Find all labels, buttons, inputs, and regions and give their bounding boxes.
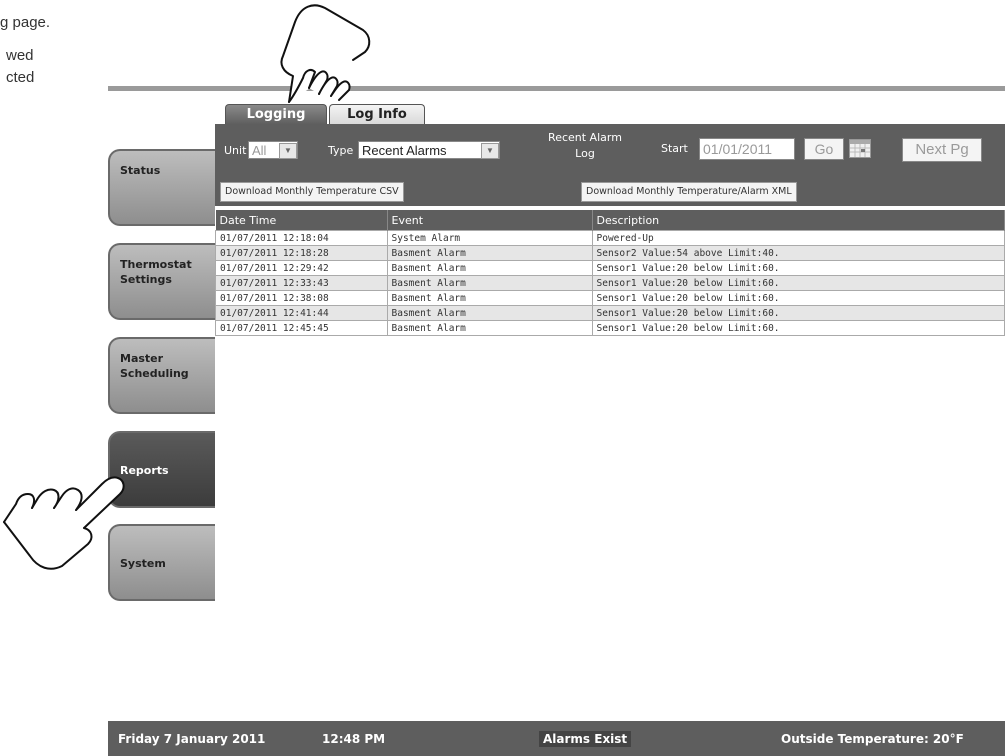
unit-label: Unit: [224, 144, 247, 157]
log-title: Recent Alarm Log: [548, 131, 622, 160]
download-xml-button[interactable]: Download Monthly Temperature/Alarm XML: [581, 182, 797, 202]
cell-event: Basment Alarm: [386, 260, 593, 276]
cell-date-time: 01/07/2011 12:38:08: [215, 290, 388, 306]
cell-event: System Alarm: [386, 230, 593, 246]
column-header-date-time: Date Time: [215, 210, 388, 231]
cell-description: Sensor1 Value:20 below Limit:60.: [591, 290, 1005, 306]
table-header-row: Date Time Event Description: [215, 210, 1005, 231]
chevron-down-icon: ▼: [481, 143, 499, 159]
cell-description: Sensor1 Value:20 below Limit:60.: [591, 320, 1005, 336]
status-bar: Friday 7 January 2011 12:48 PM Alarms Ex…: [108, 721, 1005, 756]
status-date: Friday 7 January 2011: [118, 732, 266, 746]
outside-temperature: Outside Temperature: 20°F: [781, 732, 964, 746]
calendar-icon[interactable]: [849, 139, 871, 158]
download-csv-button[interactable]: Download Monthly Temperature CSV: [220, 182, 404, 202]
doc-text-line-2: wed: [6, 47, 34, 64]
column-header-event: Event: [387, 210, 593, 231]
pointing-hand-icon: [0, 458, 135, 582]
cell-description: Sensor1 Value:20 below Limit:60.: [591, 260, 1005, 276]
alarm-log-table: Date Time Event Description 01/07/2011 1…: [215, 210, 1005, 336]
cell-date-time: 01/07/2011 12:33:43: [215, 275, 388, 291]
cell-date-time: 01/07/2011 12:41:44: [215, 305, 388, 321]
cell-description: Sensor1 Value:20 below Limit:60.: [591, 275, 1005, 291]
doc-text-line-1: g page.: [0, 14, 51, 31]
unit-select[interactable]: All ▼: [248, 141, 298, 159]
cell-event: Basment Alarm: [386, 290, 593, 306]
filter-bar: Unit All ▼ Type Recent Alarms ▼ Recent A…: [215, 124, 1005, 174]
table-row: 01/07/2011 12:33:43 Basment Alarm Sensor…: [215, 275, 1005, 291]
start-label: Start: [661, 142, 688, 155]
table-row: 01/07/2011 12:41:44 Basment Alarm Sensor…: [215, 305, 1005, 321]
table-row: 01/07/2011 12:45:45 Basment Alarm Sensor…: [215, 320, 1005, 336]
table-row: 01/07/2011 12:18:04 System Alarm Powered…: [215, 230, 1005, 246]
cell-date-time: 01/07/2011 12:18:28: [215, 245, 388, 261]
table-row: 01/07/2011 12:38:08 Basment Alarm Sensor…: [215, 290, 1005, 306]
chevron-down-icon: ▼: [279, 143, 297, 159]
table-row: 01/07/2011 12:18:28 Basment Alarm Sensor…: [215, 245, 1005, 261]
alarm-status-badge[interactable]: Alarms Exist: [539, 731, 632, 747]
next-page-button[interactable]: Next Pg: [902, 138, 982, 162]
window-top-rule: [108, 86, 1005, 91]
sidebar-item-master-scheduling[interactable]: Master Scheduling: [108, 337, 215, 414]
table-row: 01/07/2011 12:29:42 Basment Alarm Sensor…: [215, 260, 1005, 276]
go-button[interactable]: Go: [804, 138, 844, 160]
cell-description: Sensor1 Value:20 below Limit:60.: [591, 305, 1005, 321]
pointing-hand-icon: [255, 0, 385, 112]
cell-date-time: 01/07/2011 12:29:42: [215, 260, 388, 276]
cell-event: Basment Alarm: [386, 320, 593, 336]
sidebar-item-thermostat-settings[interactable]: Thermostat Settings: [108, 243, 215, 320]
type-select[interactable]: Recent Alarms ▼: [358, 141, 500, 159]
cell-description: Sensor2 Value:54 above Limit:40.: [591, 245, 1005, 261]
cell-event: Basment Alarm: [386, 275, 593, 291]
doc-text-line-3: cted: [6, 69, 35, 86]
sidebar-item-status[interactable]: Status: [108, 149, 215, 226]
download-bar: Download Monthly Temperature CSV Downloa…: [215, 174, 1005, 206]
cell-description: Powered-Up: [591, 230, 1005, 246]
cell-event: Basment Alarm: [386, 245, 593, 261]
type-label: Type: [328, 144, 354, 157]
column-header-description: Description: [592, 210, 1005, 231]
status-time: 12:48 PM: [322, 732, 386, 746]
cell-event: Basment Alarm: [386, 305, 593, 321]
cell-date-time: 01/07/2011 12:45:45: [215, 320, 388, 336]
cell-date-time: 01/07/2011 12:18:04: [215, 230, 388, 246]
start-date-input[interactable]: 01/01/2011: [699, 138, 795, 160]
